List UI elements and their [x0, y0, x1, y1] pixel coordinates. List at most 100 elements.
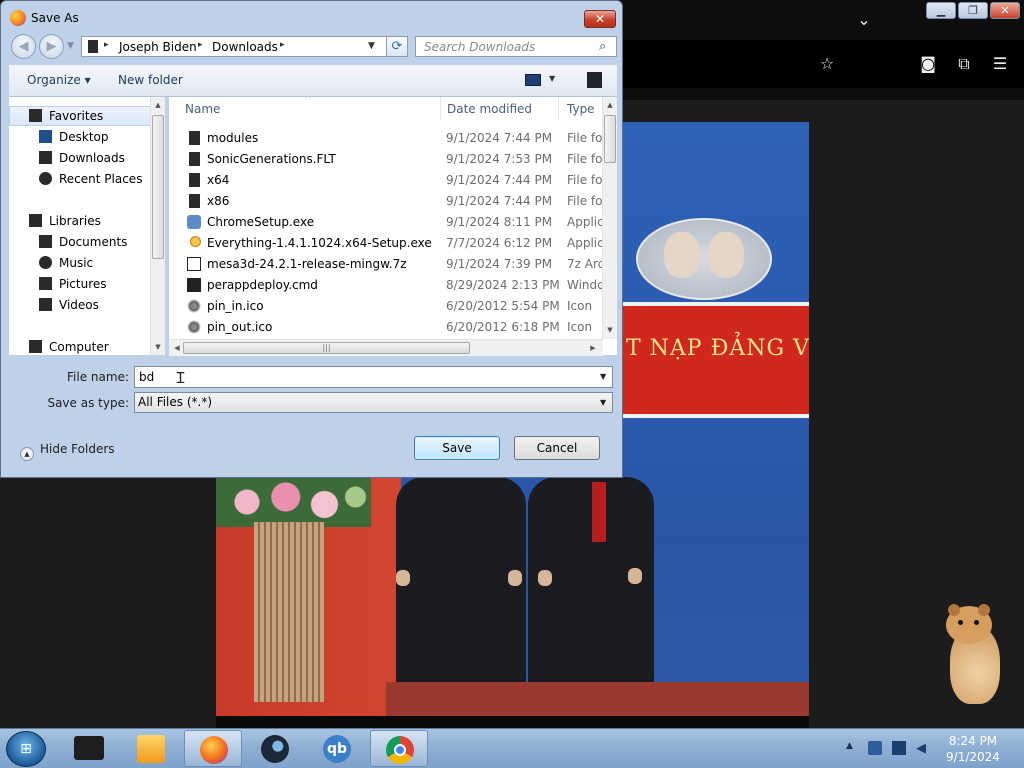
nav-scrollbar[interactable]: ▲ ▼	[150, 97, 165, 355]
nav-downloads[interactable]: Downloads	[39, 148, 125, 168]
horizontal-scroll-thumb[interactable]: |||	[183, 342, 470, 354]
black-folder-icon	[74, 736, 104, 760]
taskbar-qbittorrent[interactable]: qb	[308, 730, 366, 767]
dialog-titlebar[interactable]: Save As ✕	[1, 1, 622, 33]
minimize-button[interactable]: ▁	[926, 2, 956, 19]
taskbar-steam[interactable]	[246, 730, 304, 767]
recent-locations-dropdown[interactable]: ▼	[67, 41, 74, 51]
file-name: mesa3d-24.2.1-release-mingw.7z	[207, 257, 407, 271]
volume-icon[interactable]: ◀	[916, 741, 930, 756]
taskbar-chrome[interactable]	[370, 730, 428, 767]
search-box[interactable]: Search Downloads ⌕	[415, 36, 617, 57]
file-row[interactable]: pin_out.ico 6/20/2012 6:18 PM Icon	[169, 317, 607, 338]
file-date: 7/7/2024 6:12 PM	[446, 236, 553, 250]
forward-button[interactable]: ▶	[39, 34, 64, 59]
file-name-dropdown-icon[interactable]: ▼	[600, 372, 606, 381]
file-row[interactable]: mesa3d-24.2.1-release-mingw.7z 9/1/2024 7…	[169, 254, 607, 275]
file-row[interactable]: perappdeploy.cmd 8/29/2024 2:13 PM Windo	[169, 275, 607, 296]
file-type: Icon	[567, 320, 593, 334]
organize-button[interactable]: Organize ▾	[27, 73, 91, 87]
restore-button[interactable]: ❐	[958, 2, 988, 19]
file-scroll-thumb[interactable]	[604, 115, 616, 163]
extensions-puzzle-icon[interactable]: ⧉	[953, 54, 975, 76]
search-input[interactable]: Search Downloads	[424, 40, 535, 54]
file-name: perappdeploy.cmd	[207, 278, 318, 292]
view-options-chevron-icon[interactable]: ▼	[549, 74, 555, 83]
address-bar[interactable]: ▸ Joseph Biden ▸ Downloads ▸ ▼	[81, 36, 391, 57]
horizontal-scrollbar[interactable]: ◀ ||| ▶	[169, 339, 603, 356]
installer-icon	[187, 215, 201, 229]
file-type: Windo	[567, 278, 605, 292]
file-type: File fol	[567, 152, 606, 166]
file-row[interactable]: x64 9/1/2024 7:44 PM File fol	[169, 170, 607, 191]
flower-arrangement	[216, 477, 371, 527]
pocket-icon[interactable]: ◙	[917, 54, 939, 76]
nav-recent-places[interactable]: Recent Places	[39, 169, 142, 189]
breadcrumb-downloads[interactable]: Downloads	[212, 40, 278, 54]
hide-folders-button[interactable]: ▲ Hide Folders	[20, 442, 115, 461]
nav-computer[interactable]: Computer	[29, 337, 109, 355]
taskbar-explorer[interactable]	[60, 730, 118, 767]
tray-expand-icon[interactable]: ▲	[846, 741, 860, 755]
scroll-right-icon[interactable]: ▶	[587, 342, 599, 354]
file-row[interactable]: ChromeSetup.exe 9/1/2024 8:11 PM Applic	[169, 212, 607, 233]
file-name: x64	[207, 173, 230, 187]
file-name-input[interactable]	[134, 366, 613, 388]
save-as-type-select[interactable]: All Files (*.*)	[134, 392, 613, 413]
cancel-button[interactable]: Cancel	[514, 436, 600, 460]
change-view-icon[interactable]	[525, 74, 541, 86]
file-list-scrollbar[interactable]: ▲ ▼	[602, 97, 617, 339]
breadcrumb-user[interactable]: Joseph Biden	[119, 40, 197, 54]
scroll-up-icon[interactable]: ▲	[152, 99, 164, 111]
dialog-close-button[interactable]: ✕	[584, 10, 616, 28]
nav-scroll-thumb[interactable]	[152, 115, 164, 259]
nav-music[interactable]: Music	[39, 253, 93, 273]
network-icon[interactable]	[892, 741, 906, 755]
bookmark-star-icon[interactable]: ☆	[816, 54, 838, 76]
pin-icon	[187, 320, 201, 334]
column-date-modified[interactable]: Date modified	[439, 97, 559, 121]
nav-favorites[interactable]: Favorites	[29, 106, 103, 126]
clock[interactable]: 8:24 PM 9/1/2024	[934, 733, 1012, 765]
nav-libraries[interactable]: Libraries	[29, 211, 101, 231]
new-folder-button[interactable]: New folder	[118, 73, 183, 87]
address-dropdown-icon[interactable]: ▼	[368, 41, 375, 51]
save-as-type-dropdown-icon[interactable]: ▼	[600, 398, 606, 407]
tray-app-icon[interactable]	[868, 741, 882, 755]
scroll-up-icon[interactable]: ▲	[604, 99, 616, 111]
text-cursor-icon: Ｉ	[173, 369, 189, 387]
menu-hamburger-icon[interactable]: ☰	[989, 54, 1011, 76]
file-row[interactable]: modules 9/1/2024 7:44 PM File fol	[169, 128, 607, 149]
scroll-left-icon[interactable]: ◀	[171, 342, 183, 354]
file-date: 9/1/2024 8:11 PM	[446, 215, 553, 229]
file-row[interactable]: Everything-1.4.1.1024.x64-Setup.exe 7/7/2…	[169, 233, 607, 254]
pin-icon	[187, 299, 201, 313]
column-name[interactable]: Name	[177, 97, 441, 121]
steam-icon	[261, 735, 289, 763]
file-name: ChromeSetup.exe	[207, 215, 315, 229]
taskbar-media-player[interactable]	[122, 730, 180, 767]
file-row[interactable]: SonicGenerations.FLT 9/1/2024 7:53 PM File…	[169, 149, 607, 170]
save-button[interactable]: Save	[414, 436, 500, 460]
back-button[interactable]: ◀	[11, 34, 36, 59]
file-type: File fol	[567, 131, 606, 145]
file-row[interactable]: pin_in.ico 6/20/2012 5:54 PM Icon	[169, 296, 607, 317]
file-type: File fol	[567, 194, 606, 208]
tab-list-chevron-icon[interactable]: ⌄	[853, 10, 875, 32]
file-row[interactable]: x86 9/1/2024 7:44 PM File fol	[169, 191, 607, 212]
command-bar: Organize ▾ New folder ▼	[9, 65, 617, 97]
refresh-icon[interactable]: ⟳	[386, 36, 408, 57]
nav-documents[interactable]: Documents	[39, 232, 127, 252]
nav-pictures[interactable]: Pictures	[39, 274, 107, 294]
nav-videos[interactable]: Videos	[39, 295, 99, 315]
close-window-button[interactable]: ✕	[990, 2, 1020, 19]
scroll-down-icon[interactable]: ▼	[152, 341, 164, 353]
search-icon[interactable]: ⌕	[599, 39, 606, 54]
collapse-up-icon: ▲	[20, 447, 34, 461]
taskbar-firefox[interactable]	[184, 730, 242, 767]
scroll-down-icon[interactable]: ▼	[604, 324, 616, 336]
nav-desktop[interactable]: Desktop	[39, 127, 109, 147]
start-button[interactable]: ⊞	[6, 731, 46, 767]
preview-pane-icon[interactable]	[587, 72, 602, 88]
navigation-bar: ◀ ▶ ▼ ▸ Joseph Biden ▸ Downloads ▸ ▼ ⟳ S…	[9, 34, 617, 60]
